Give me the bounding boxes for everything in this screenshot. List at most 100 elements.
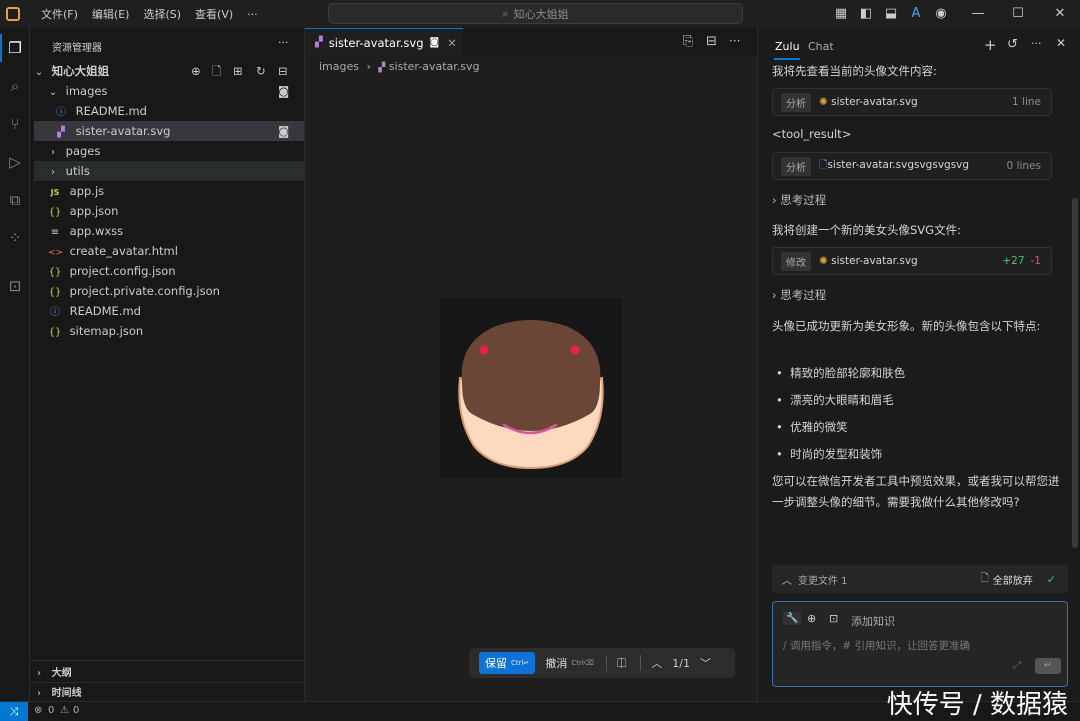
tree-item-sitemap[interactable]: {} sitemap.json	[34, 321, 304, 341]
tree-item-utils[interactable]: › utils	[34, 161, 304, 181]
menu-more[interactable]: ···	[240, 8, 265, 21]
tree-item-app-json[interactable]: {} app.json	[34, 201, 304, 221]
panel-more-icon[interactable]: ···	[1031, 37, 1042, 50]
editor-area: ▞ sister-avatar.svg ◙ ✕ ⎘ ⊟ ··· images ›…	[305, 28, 757, 701]
search-icon[interactable]: ⌕	[5, 76, 25, 96]
tool-icon[interactable]: 🔧	[783, 612, 802, 625]
tree-item-readme-images[interactable]: ⓘ README.md	[34, 101, 304, 121]
more-icon[interactable]: ···	[278, 36, 289, 49]
tab-zulu[interactable]: Zulu	[775, 40, 800, 53]
tree-item-app-wxss[interactable]: ≡ app.wxss	[34, 221, 304, 241]
js-file-icon: JS	[50, 188, 60, 197]
send-button[interactable]: ↵	[1035, 658, 1061, 674]
toggle-sidebar-icon[interactable]: ◧	[858, 6, 874, 22]
chevron-right-icon: ›	[772, 288, 777, 302]
extensions-icon[interactable]: ⁘	[5, 228, 25, 248]
html-file-icon: <>	[48, 248, 64, 258]
changed-files-bar[interactable]: ︿ 变更文件 1 🗋 全部放弃 ✓	[772, 565, 1068, 593]
remote-status-icon[interactable]: ⤨	[0, 702, 28, 721]
collapse-icon[interactable]: ⊟	[278, 61, 288, 81]
source-control-icon[interactable]: ⑂	[5, 114, 25, 134]
run-debug-icon[interactable]: ▷	[5, 152, 25, 172]
left-eye	[479, 345, 489, 355]
discard-all-button[interactable]: 全部放弃	[993, 572, 1033, 587]
split-editor-icon[interactable]: ⊟	[706, 34, 717, 49]
message-text: 您可以在微信开发者工具中预览效果，或者我可以帮您进一步调整头像的细节。需要我做什…	[772, 474, 1060, 509]
book-icon[interactable]: ⎅	[617, 656, 627, 671]
tree-item-readme[interactable]: ⓘ README.md	[34, 301, 304, 321]
maximize-icon[interactable]: ☐	[1010, 6, 1026, 22]
breadcrumb-file[interactable]: sister-avatar.svg	[389, 60, 480, 73]
history-icon[interactable]: ↺	[1007, 37, 1018, 52]
undo-button[interactable]: 撤消 Ctrl⌫	[545, 655, 593, 671]
editor-more-icon[interactable]: ···	[729, 34, 740, 48]
timeline-section[interactable]: › 时间线	[34, 682, 304, 702]
tree-item-project-config[interactable]: {} project.config.json	[34, 261, 304, 281]
svg-file-icon: ▞	[315, 37, 323, 48]
keep-button[interactable]: 保留 Ctrl↵	[479, 652, 536, 674]
close-panel-icon[interactable]: ✕	[1056, 36, 1066, 50]
close-tab-icon[interactable]: ✕	[447, 36, 457, 50]
check-icon[interactable]: ✓	[1047, 573, 1056, 586]
svg-file-icon: ✺	[819, 255, 828, 267]
tool-file: ✺ sister-avatar.svg	[819, 255, 1002, 267]
tool-call-analyze-2[interactable]: 分析 🗋sister-avatar.svgsvgsvgsvg 0 lines	[772, 152, 1052, 180]
menu-view[interactable]: 查看(V)	[188, 6, 240, 22]
minimize-icon[interactable]: —	[970, 6, 986, 22]
layout-icon[interactable]: ▦	[833, 6, 849, 22]
tool-tag: 修改	[781, 251, 811, 271]
right-eye	[570, 345, 580, 355]
preview-icon[interactable]: ⊡	[5, 276, 25, 296]
refresh-icon[interactable]: ↻	[256, 61, 266, 81]
item-label: sitemap.json	[69, 324, 144, 338]
menu-file[interactable]: 文件(F)	[34, 6, 85, 22]
watermark: 快传号 / 数据猿	[886, 690, 1068, 720]
info-icon: ⓘ	[50, 307, 60, 318]
toggle-panel-icon[interactable]: ⬓	[883, 6, 899, 22]
chat-input[interactable]: 🔧 ⊕ ⊡ 添加知识 / 调用指令，# 引用知识，让回答更准确 ⤢ ↵	[772, 601, 1068, 687]
bullet-item: • 精致的脸部轮廓和肤色	[776, 366, 906, 380]
tree-item-pages[interactable]: › pages	[34, 141, 304, 161]
tool-call-analyze[interactable]: 分析 ✺ sister-avatar.svg 1 line	[772, 88, 1052, 116]
new-file-icon[interactable]: 🗋	[212, 61, 221, 81]
menu-edit[interactable]: 编辑(E)	[85, 6, 137, 22]
chevron-down-icon[interactable]: ﹀	[700, 655, 711, 671]
add-icon[interactable]: ⊕	[807, 612, 816, 625]
thinking-toggle-2[interactable]: › 思考过程	[772, 285, 1062, 306]
warning-icon[interactable]: ⚠	[60, 705, 69, 716]
tree-item-project-private-config[interactable]: {} project.private.config.json	[34, 281, 304, 301]
open-changes-icon[interactable]: ⎘	[683, 34, 693, 49]
locate-icon[interactable]: ⊕	[191, 61, 201, 81]
error-icon[interactable]: ⊗	[34, 705, 42, 716]
command-search[interactable]: ⌕ 知心大姐姐	[328, 3, 743, 24]
tree-item-app-js[interactable]: JS app.js	[34, 181, 304, 201]
tab-chat[interactable]: Chat	[808, 40, 834, 53]
bullet-text: 精致的脸部轮廓和肤色	[790, 366, 906, 380]
tool-call-modify[interactable]: 修改 ✺ sister-avatar.svg +27 -1	[772, 247, 1052, 275]
svg-file-icon: ✺	[819, 96, 828, 108]
tab-sister-avatar[interactable]: ▞ sister-avatar.svg ◙ ✕	[305, 28, 463, 56]
new-folder-icon[interactable]: ⊞	[233, 61, 243, 81]
thinking-toggle[interactable]: › 思考过程	[772, 190, 1062, 211]
new-chat-icon[interactable]: +	[984, 36, 997, 54]
keep-label: 保留	[485, 657, 507, 670]
explorer-icon[interactable]: ❐	[5, 38, 25, 58]
close-icon[interactable]: ✕	[1052, 6, 1068, 22]
image-icon[interactable]: ⊡	[829, 612, 838, 625]
breadcrumb-folder[interactable]: images	[319, 60, 359, 73]
add-knowledge-label[interactable]: 添加知识	[851, 613, 895, 629]
tree-root[interactable]: ⌄ 知心大姐姐 ⊕ 🗋 ⊞ ↻ ⊟	[34, 61, 304, 81]
tree-item-create-avatar[interactable]: <> create_avatar.html	[34, 241, 304, 261]
outline-section[interactable]: › 大纲	[34, 662, 304, 682]
remote-icon[interactable]: ⧉	[5, 190, 25, 210]
account-icon[interactable]: ◉	[933, 6, 949, 22]
scrollbar[interactable]	[1072, 198, 1078, 548]
menu-select[interactable]: 选择(S)	[136, 6, 188, 22]
expand-icon[interactable]: ⤢	[1013, 660, 1021, 671]
tree-item-images[interactable]: ⌄ images ◙	[34, 81, 304, 101]
message-text: 我将先查看当前的头像文件内容:	[772, 64, 937, 78]
tree-item-sister-avatar[interactable]: ▞ sister-avatar.svg ◙	[34, 121, 304, 141]
chevron-up-icon[interactable]: ︿	[651, 655, 662, 671]
bullet-item: • 时尚的发型和装饰	[776, 447, 883, 461]
ai-icon[interactable]: A	[908, 6, 924, 22]
